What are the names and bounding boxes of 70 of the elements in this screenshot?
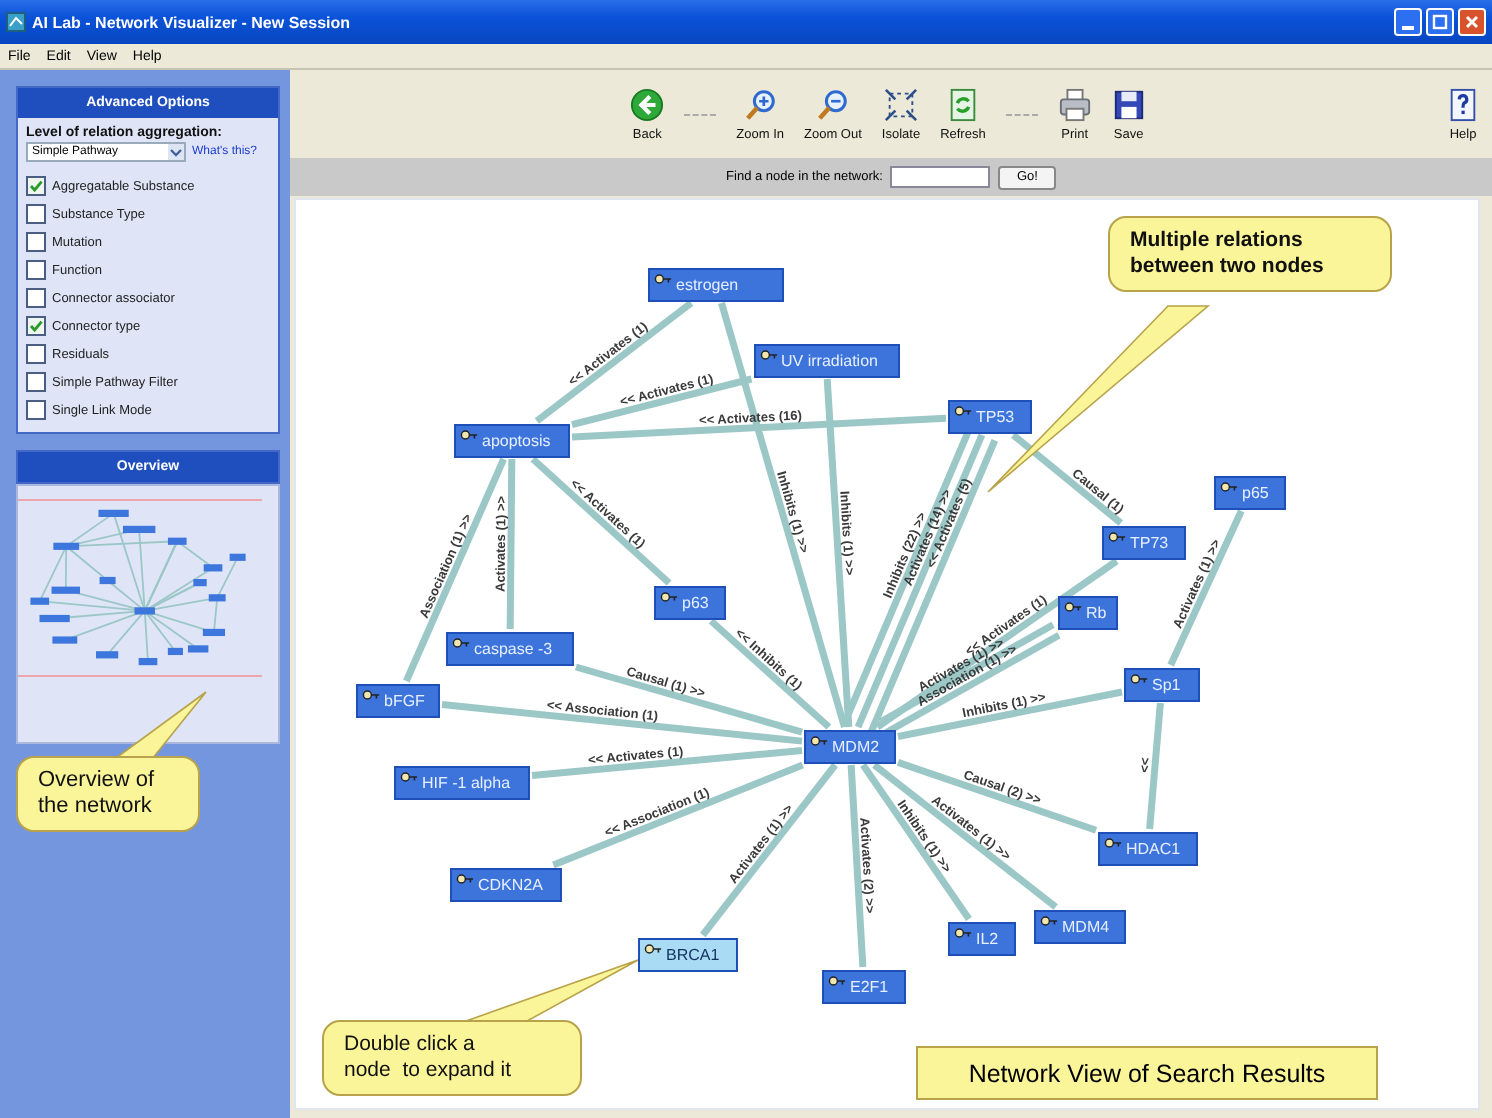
relation-line (1146, 702, 1164, 830)
node-icon (456, 871, 474, 885)
node-icon (1220, 479, 1238, 493)
help-icon (1446, 87, 1480, 121)
node-icon (654, 271, 672, 285)
checkbox[interactable] (26, 372, 46, 392)
callout: Overview of the network (16, 756, 200, 832)
relation-line (530, 456, 672, 586)
network-node[interactable]: CDKN2A (450, 867, 562, 901)
network-node[interactable]: UV irradiation (753, 343, 899, 377)
network-node[interactable]: caspase -3 (446, 631, 574, 665)
find-field[interactable] (890, 166, 991, 188)
network-node[interactable]: p65 (1214, 475, 1286, 509)
minimize-icon (1402, 26, 1414, 30)
network-node[interactable]: BRCA1 (638, 937, 738, 971)
network-node[interactable]: p63 (654, 585, 726, 619)
app-icon (6, 12, 26, 32)
window-title: AI Lab - Network Visualizer - New Session (32, 13, 351, 31)
node-icon (644, 941, 662, 955)
dashed-frame-icon (883, 87, 918, 121)
close-icon (1462, 12, 1482, 32)
callout: Double click a node to expand it (322, 1020, 582, 1096)
node-icon (452, 635, 470, 649)
network-node[interactable]: HIF -1 alpha (394, 765, 530, 799)
printer-icon (1057, 87, 1092, 121)
network-node[interactable]: HDAC1 (1098, 831, 1198, 865)
relation-line (1011, 432, 1123, 526)
network-node[interactable]: MDM4 (1034, 909, 1126, 943)
checkbox[interactable] (26, 204, 46, 224)
network-node[interactable]: Rb (1058, 595, 1118, 629)
network-node[interactable]: apoptosis (454, 423, 570, 457)
node-icon (1104, 835, 1122, 849)
node-icon (828, 973, 846, 987)
callout: Multiple relations between two nodes (1108, 216, 1392, 292)
node-icon (1040, 913, 1058, 927)
node-icon (954, 403, 972, 417)
node-icon (400, 769, 418, 783)
refresh-icon (945, 87, 980, 121)
node-icon (1108, 529, 1126, 543)
network-node[interactable]: Sp1 (1124, 667, 1200, 701)
node-icon (660, 589, 678, 603)
zoom-in-icon (743, 87, 778, 121)
node-icon (362, 687, 380, 701)
network-node[interactable]: IL2 (948, 921, 1016, 955)
caption-box: Network View of Search Results (916, 1046, 1378, 1100)
node-icon (1130, 671, 1148, 685)
node-icon (1064, 599, 1082, 613)
maximize-icon (1430, 12, 1450, 32)
network-node[interactable]: TP53 (948, 399, 1032, 433)
minimize-button[interactable] (1394, 8, 1422, 36)
zoom-out-icon (815, 87, 850, 121)
checkbox[interactable] (26, 344, 46, 364)
network-node[interactable]: E2F1 (822, 969, 906, 1003)
checkbox[interactable] (26, 316, 46, 336)
checkbox[interactable] (26, 232, 46, 252)
node-icon (759, 347, 777, 361)
network-node[interactable]: estrogen (648, 267, 784, 301)
checkbox[interactable] (26, 288, 46, 308)
maximize-button[interactable] (1426, 8, 1454, 36)
checkbox[interactable] (26, 260, 46, 280)
network-node[interactable]: bFGF (356, 683, 440, 717)
network-node[interactable]: TP73 (1102, 525, 1186, 559)
node-icon (810, 733, 828, 747)
caret-icon (168, 144, 184, 160)
close-button[interactable] (1458, 8, 1486, 36)
checkbox[interactable] (26, 400, 46, 420)
node-icon (460, 427, 478, 441)
network-node[interactable]: MDM2 (804, 729, 896, 763)
node-icon (954, 925, 972, 939)
checkbox[interactable] (26, 176, 46, 196)
